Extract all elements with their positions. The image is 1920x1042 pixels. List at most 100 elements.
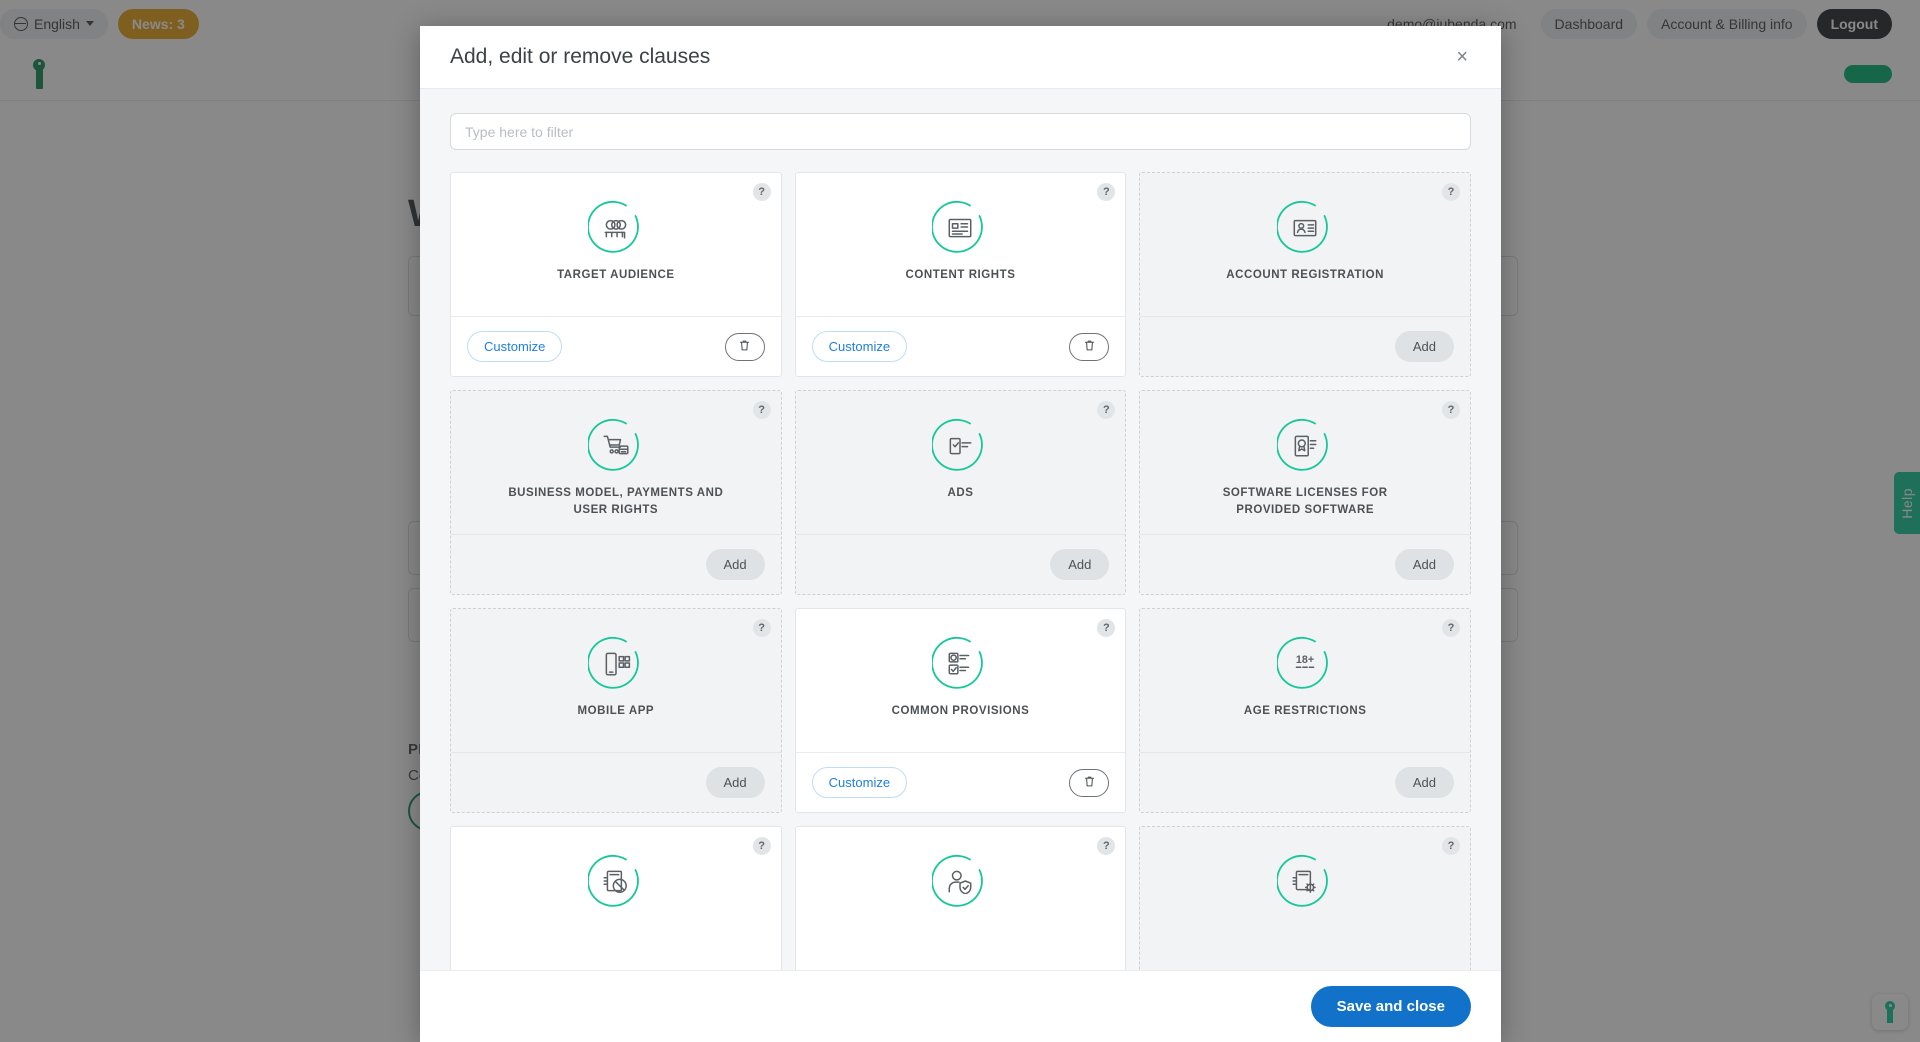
add-clause-button[interactable]: Add <box>705 767 765 798</box>
card-top: ? <box>451 827 781 970</box>
card-title: BUSINESS MODEL, PAYMENTS AND USER RIGHTS <box>508 487 724 516</box>
clause-card[interactable]: ? Customize <box>794 826 1127 970</box>
business-model-icon <box>586 417 644 473</box>
card-title: AGE RESTRICTIONS <box>1243 705 1367 717</box>
card-top: ? <box>1140 827 1470 970</box>
clause-card[interactable]: ? Customize <box>450 826 782 970</box>
trash-icon <box>1083 775 1096 791</box>
clause-card[interactable]: ? COMMON PROVISIONS Customize <box>794 608 1127 813</box>
clause-card[interactable]: ? 18+ AGE RESTRICTIONS Add <box>1139 608 1471 813</box>
content-rights-icon <box>931 199 988 255</box>
clause-glyph-icon <box>588 199 644 255</box>
trash-icon <box>738 339 751 355</box>
card-title: SOFTWARE LICENSES FOR PROVIDED SOFTWARE <box>1222 487 1388 516</box>
service-settings-icon <box>1276 853 1333 909</box>
help-icon[interactable]: ? <box>1441 619 1460 637</box>
card-footer: Add <box>1140 534 1470 594</box>
customize-button[interactable]: Customize <box>811 331 908 362</box>
help-icon[interactable]: ? <box>752 837 771 855</box>
clause-glyph-icon <box>1277 417 1333 473</box>
clause-card[interactable]: ? SOFTWARE LICENSES FOR PROVIDED SOFTWAR… <box>1139 390 1471 595</box>
card-footer: Customize <box>795 316 1126 376</box>
modal-body: ? TARGET AUDIENCE Customize <box>420 88 1501 970</box>
age-restrictions-icon: 18+ <box>1276 635 1333 691</box>
help-icon[interactable]: ? <box>752 183 771 201</box>
card-top: ? BUSINESS MODEL, PAYMENTS AND USER RIGH… <box>451 391 781 534</box>
add-clause-button[interactable]: Add <box>1394 549 1454 580</box>
clause-glyph-icon <box>1277 853 1333 909</box>
card-footer: Add <box>451 534 781 594</box>
card-top: ? TARGET AUDIENCE <box>451 173 781 316</box>
clause-card[interactable]: ? ADS Add <box>794 390 1127 595</box>
card-top: ? CONTENT RIGHTS <box>796 173 1126 316</box>
customize-button[interactable]: Customize <box>811 767 908 798</box>
card-footer: Customize <box>795 752 1126 812</box>
card-top: ? ADS <box>796 391 1126 534</box>
clause-card[interactable]: ? ACCOUNT REGISTRATION Add <box>1139 172 1471 377</box>
help-icon[interactable]: ? <box>1441 401 1460 419</box>
card-footer: Add <box>1140 752 1470 812</box>
modal-footer: Save and close <box>420 970 1501 1042</box>
save-and-close-button[interactable]: Save and close <box>1310 986 1471 1027</box>
clause-glyph-icon <box>932 199 988 255</box>
user-protection-icon <box>931 853 988 909</box>
help-icon[interactable]: ? <box>752 401 771 419</box>
clause-glyph-icon <box>588 417 644 473</box>
card-top: ? MOBILE APP <box>451 609 781 752</box>
clauses-modal: Add, edit or remove clauses × ? TARGET A… <box>420 26 1501 1042</box>
customize-button[interactable]: Customize <box>467 331 563 362</box>
remove-clause-button[interactable] <box>1069 768 1110 797</box>
card-top: ? SOFTWARE LICENSES FOR PROVIDED SOFTWAR… <box>1140 391 1470 534</box>
clause-glyph-icon <box>588 635 644 691</box>
common-provisions-icon <box>931 635 988 691</box>
modal-title: Add, edit or remove clauses <box>450 45 711 68</box>
clause-glyph-icon: 18+ <box>1277 635 1333 691</box>
card-title: ADS <box>947 487 974 499</box>
modal-header: Add, edit or remove clauses × <box>420 26 1501 88</box>
help-icon[interactable]: ? <box>1097 837 1116 855</box>
card-footer: Add <box>1140 316 1470 376</box>
clause-glyph-icon <box>588 853 644 909</box>
clause-card-grid: ? TARGET AUDIENCE Customize ? CONTENT RI… <box>450 172 1471 970</box>
card-top: ? ACCOUNT REGISTRATION <box>1140 173 1470 316</box>
filter-input[interactable] <box>450 113 1471 150</box>
add-clause-button[interactable]: Add <box>1394 767 1454 798</box>
add-clause-button[interactable]: Add <box>1394 331 1454 362</box>
prohibited-content-icon <box>586 853 644 909</box>
svg-text:18+: 18+ <box>1296 654 1314 666</box>
help-icon[interactable]: ? <box>1097 183 1116 201</box>
card-footer: Add <box>451 752 781 812</box>
ads-icon <box>931 417 988 473</box>
software-license-icon <box>1276 417 1333 473</box>
card-top: ? 18+ AGE RESTRICTIONS <box>1140 609 1470 752</box>
clause-glyph-icon <box>1277 199 1333 255</box>
add-clause-button[interactable]: Add <box>705 549 765 580</box>
remove-clause-button[interactable] <box>1069 332 1110 361</box>
mobile-app-icon <box>586 635 644 691</box>
clause-glyph-icon <box>932 635 988 691</box>
close-icon[interactable]: × <box>1450 43 1474 71</box>
clause-card[interactable]: ? BUSINESS MODEL, PAYMENTS AND USER RIGH… <box>450 390 782 595</box>
help-icon[interactable]: ? <box>752 619 771 637</box>
clause-card[interactable]: ? MOBILE APP Add <box>450 608 782 813</box>
help-icon[interactable]: ? <box>1097 401 1116 419</box>
clause-card[interactable]: ? TARGET AUDIENCE Customize <box>450 172 782 377</box>
clause-glyph-icon <box>932 417 988 473</box>
card-footer: Customize <box>451 316 781 376</box>
clause-card[interactable]: ? Add <box>1139 826 1471 970</box>
card-title: TARGET AUDIENCE <box>557 269 675 281</box>
card-title: CONTENT RIGHTS <box>905 269 1016 281</box>
help-icon[interactable]: ? <box>1441 837 1460 855</box>
card-footer: Add <box>795 534 1126 594</box>
card-title: MOBILE APP <box>577 705 655 717</box>
clause-card[interactable]: ? CONTENT RIGHTS Customize <box>794 172 1127 377</box>
remove-clause-button[interactable] <box>724 332 765 361</box>
trash-icon <box>1083 339 1096 355</box>
add-clause-button[interactable]: Add <box>1050 549 1110 580</box>
card-top: ? COMMON PROVISIONS <box>796 609 1126 752</box>
clause-glyph-icon <box>932 853 988 909</box>
help-icon[interactable]: ? <box>1097 619 1116 637</box>
help-icon[interactable]: ? <box>1441 183 1460 201</box>
target-audience-icon <box>586 199 644 255</box>
account-registration-icon <box>1276 199 1333 255</box>
